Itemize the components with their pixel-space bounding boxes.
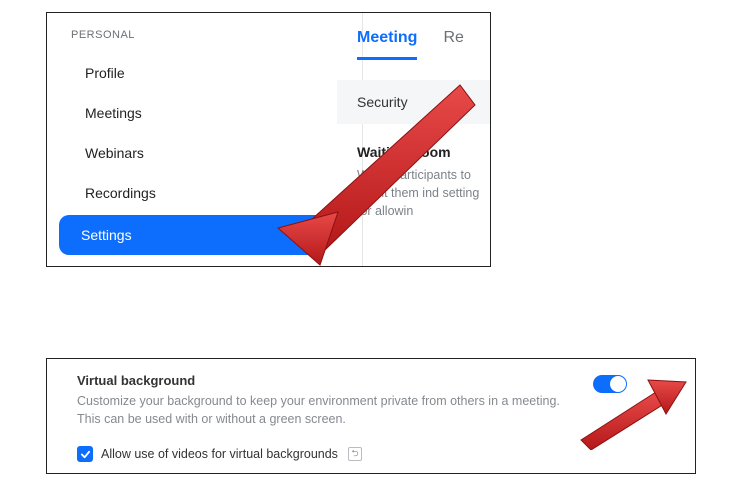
allow-video-label: Allow use of videos for virtual backgrou… (101, 447, 338, 461)
waiting-room-title: Waiting Room (357, 144, 484, 160)
virtual-background-desc: Customize your background to keep your e… (77, 392, 569, 428)
settings-panel-top: PERSONAL Profile Meetings Webinars Recor… (46, 12, 491, 267)
waiting-room-section: Waiting Room When participants to admit … (337, 124, 490, 220)
virtual-background-panel: Virtual background Customize your backgr… (46, 358, 696, 474)
check-icon (80, 449, 91, 460)
virtual-background-title: Virtual background (77, 373, 569, 388)
sidebar-item-meetings[interactable]: Meetings (59, 95, 325, 131)
virtual-background-text: Virtual background Customize your backgr… (77, 373, 593, 428)
waiting-room-desc: When participants to admit them ind sett… (357, 166, 484, 220)
reset-icon[interactable]: ⮌ (348, 447, 362, 461)
sidebar-item-settings[interactable]: Settings (59, 215, 325, 255)
sidebar-item-webinars[interactable]: Webinars (59, 135, 325, 171)
content-column: Meeting Re Security Waiting Room When pa… (337, 13, 490, 266)
sidebar-item-profile[interactable]: Profile (59, 55, 325, 91)
toggle-knob (610, 376, 626, 392)
sidebar-section-header: PERSONAL (71, 29, 325, 41)
allow-video-checkbox[interactable] (77, 446, 93, 462)
subnav-security[interactable]: Security (337, 80, 490, 124)
virtual-background-toggle[interactable] (593, 375, 627, 393)
allow-video-row: Allow use of videos for virtual backgrou… (77, 446, 627, 462)
tab-recording[interactable]: Re (443, 29, 463, 60)
tabs: Meeting Re (337, 29, 490, 60)
virtual-background-row: Virtual background Customize your backgr… (77, 373, 627, 428)
sidebar: PERSONAL Profile Meetings Webinars Recor… (47, 13, 337, 266)
sidebar-item-recordings[interactable]: Recordings (59, 175, 325, 211)
tab-meeting[interactable]: Meeting (357, 29, 417, 60)
